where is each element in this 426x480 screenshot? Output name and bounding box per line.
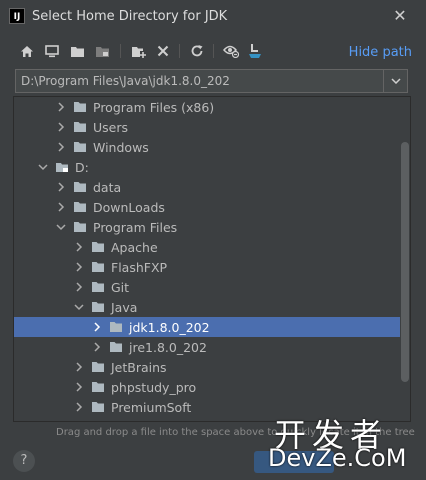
window-title: Select Home Directory for JDK: [32, 9, 228, 24]
tree-row[interactable]: phpstudy_pro: [14, 377, 400, 397]
tree-row-label: jdk1.8.0_202: [129, 320, 210, 335]
tree-row-label: Git: [111, 280, 130, 295]
folder-icon: [92, 242, 104, 252]
tree-row[interactable]: Git: [14, 277, 400, 297]
folder-icon: [110, 322, 122, 332]
chevron-right-icon[interactable]: [92, 322, 102, 332]
folder-icon: [92, 382, 104, 392]
folder-icon: [73, 421, 87, 422]
chevron-down-icon[interactable]: [56, 222, 66, 232]
tree-row[interactable]: Program Files: [14, 217, 400, 237]
tree-row-label: Program Files (x86): [93, 100, 215, 115]
tree-row[interactable]: Program Files (x86): [14, 417, 400, 422]
chevron-right-icon[interactable]: [74, 362, 84, 372]
title-bar: IJ Select Home Directory for JDK ✕: [0, 0, 426, 34]
tree-scrollbar[interactable]: [401, 142, 409, 382]
chevron-right-icon[interactable]: [74, 242, 84, 252]
tree-row-label: data: [93, 180, 122, 195]
project-icon[interactable]: [68, 42, 86, 60]
folder-icon: [74, 202, 86, 212]
chevron-down-icon[interactable]: [38, 162, 48, 172]
tree-row-label: jre1.8.0_202: [129, 340, 207, 355]
tree-row-label: Windows: [93, 140, 149, 155]
folder-icon: [74, 102, 86, 112]
tree-row-label: JetBrains: [111, 360, 167, 375]
tree-row[interactable]: Java: [14, 297, 400, 317]
chevron-right-icon[interactable]: [74, 262, 84, 272]
hide-path-link[interactable]: Hide path: [349, 45, 412, 60]
chevron-right-icon[interactable]: [56, 142, 66, 152]
chevron-right-icon[interactable]: [56, 122, 66, 132]
tree-row[interactable]: Users: [14, 117, 400, 137]
tree-row[interactable]: JetBrains: [14, 357, 400, 377]
folder-icon: [110, 342, 122, 352]
show-hidden-icon[interactable]: [222, 42, 240, 60]
chevron-right-icon[interactable]: [56, 102, 66, 112]
chevron-right-icon[interactable]: [74, 382, 84, 392]
tree-row-label: Apache: [111, 240, 158, 255]
folder-icon: [92, 282, 104, 292]
folder-icon: [92, 262, 104, 272]
chevron-right-icon[interactable]: [92, 342, 102, 352]
new-folder-icon[interactable]: [129, 42, 147, 60]
path-combo-box[interactable]: [15, 69, 408, 93]
close-button[interactable]: ✕: [392, 7, 408, 25]
chevron-down-icon: [390, 78, 401, 84]
tree-row[interactable]: Program Files (x86): [14, 97, 400, 117]
folder-icon: [74, 142, 86, 152]
tree-row[interactable]: Windows: [14, 137, 400, 157]
intellij-app-icon: IJ: [9, 8, 25, 24]
drag-drop-hint: Drag and drop a file into the space abov…: [56, 427, 415, 438]
folder-icon: [92, 362, 104, 372]
chevron-right-icon[interactable]: [56, 182, 66, 192]
toolbar-separator: [120, 44, 121, 58]
tree-row[interactable]: DownLoads: [14, 197, 400, 217]
drive-icon: [56, 163, 68, 172]
path-dropdown-button[interactable]: [383, 70, 407, 92]
tree-row-label: FlashFXP: [111, 260, 168, 275]
tree-row-label: phpstudy_pro: [111, 380, 197, 395]
folder-icon: [74, 122, 86, 132]
tree-row-label: D:: [75, 160, 89, 175]
tree-row-label: Program Files (x86): [93, 420, 214, 421]
chevron-right-icon[interactable]: [74, 402, 84, 412]
chevron-right-icon[interactable]: [74, 282, 84, 292]
drag-drop-icon[interactable]: [246, 42, 264, 60]
tree-row[interactable]: PremiumSoft: [14, 397, 400, 417]
ok-button[interactable]: [254, 451, 334, 473]
folder-icon: [92, 402, 104, 412]
tree-row-label: Java: [111, 300, 138, 315]
chevron-down-icon[interactable]: [74, 302, 84, 312]
folder-icon: [74, 222, 86, 232]
chevron-right-icon[interactable]: [56, 202, 66, 212]
refresh-icon[interactable]: [188, 42, 206, 60]
home-icon[interactable]: [18, 42, 36, 60]
tree-row-label: Program Files: [93, 220, 178, 235]
help-button[interactable]: ?: [13, 450, 35, 472]
tree-row[interactable]: Apache: [14, 237, 400, 257]
tree-row-label: DownLoads: [93, 200, 165, 215]
tree-row[interactable]: jdk1.8.0_202: [14, 317, 400, 337]
folder-icon: [92, 302, 104, 312]
tree-row[interactable]: D:: [14, 157, 400, 177]
tree-row-label: Users: [93, 120, 129, 135]
path-input[interactable]: [16, 70, 384, 92]
delete-icon[interactable]: [154, 42, 172, 60]
tree-row-label: PremiumSoft: [111, 400, 192, 415]
tree-row[interactable]: data: [14, 177, 400, 197]
tree-row[interactable]: jre1.8.0_202: [14, 337, 400, 357]
toolbar-separator: [213, 44, 214, 58]
toolbar-separator: [179, 44, 180, 58]
file-tree[interactable]: Program Files (x86) Users Windows D: data Dow…: [13, 96, 411, 422]
module-icon[interactable]: [93, 42, 111, 60]
folder-icon: [74, 182, 86, 192]
tree-row[interactable]: FlashFXP: [14, 257, 400, 277]
desktop-icon[interactable]: [43, 42, 61, 60]
